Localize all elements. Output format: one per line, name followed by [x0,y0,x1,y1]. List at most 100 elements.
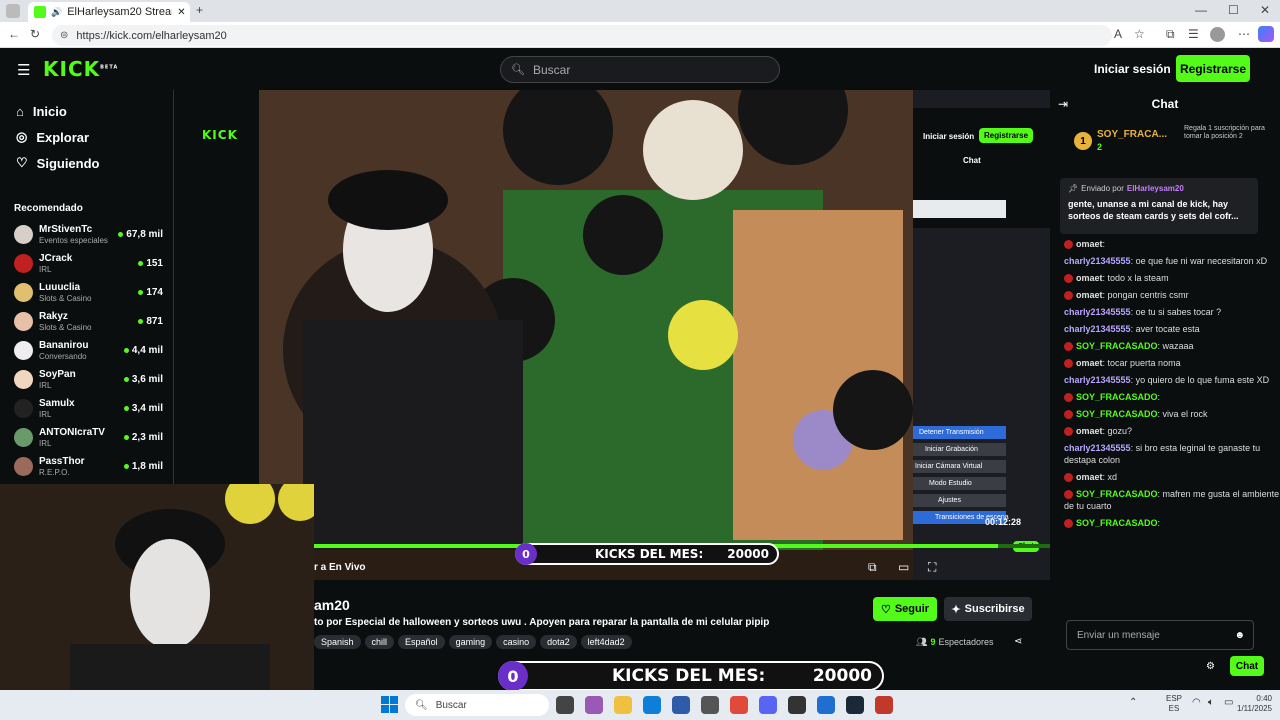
windows-start-icon[interactable] [381,696,398,713]
register-button[interactable]: Registrarse [1176,55,1250,82]
chat-send-button[interactable]: Chat [1230,656,1264,676]
new-tab-icon[interactable]: + [196,3,203,17]
obs-settings[interactable]: Ajustes [913,494,1006,507]
chat-username[interactable]: omaet [1076,358,1103,368]
recommended-channel[interactable]: PassThor R.E.P.O. 1,8 mil [0,452,173,481]
chat-username[interactable]: SOY_FRACASADO [1076,518,1158,528]
chat-message[interactable]: omaet: gozu? [1050,425,1280,437]
nav-home[interactable]: ⌂ Inicio [0,98,173,124]
recommended-channel[interactable]: Luuuclia Slots & Casino 174 [0,278,173,307]
site-info-icon[interactable]: ⊜ [60,30,68,41]
chat-username[interactable]: charly21345555 [1064,375,1131,385]
extensions-icon[interactable]: ⧉ [1166,27,1175,42]
volume-icon[interactable]: 🔈︎ [1208,697,1214,708]
chat-username[interactable]: omaet [1076,273,1103,283]
chat-message[interactable]: omaet: [1050,238,1280,250]
login-button[interactable]: Iniciar sesión [1094,62,1171,76]
chat-message[interactable]: SOY_FRACASADO: viva el rock [1050,408,1280,420]
reload-icon[interactable]: ↻ [30,27,40,41]
emoji-icon[interactable]: ☻ [1234,630,1245,641]
recommended-channel[interactable]: ANTONIcraTV IRL 2,3 mil [0,423,173,452]
recommended-channel[interactable]: Samulx IRL 3,4 mil [0,394,173,423]
chat-username[interactable]: SOY_FRACASADO [1076,392,1158,402]
stream-tag[interactable]: gaming [448,635,493,649]
recommended-channel[interactable]: Rakyz Slots & Casino 871 [0,307,173,336]
close-window-icon[interactable]: ✕ [1260,3,1270,17]
taskbar-app-icon[interactable] [585,696,603,714]
stream-tag[interactable]: Spanish [314,635,361,649]
taskbar-app-icon[interactable] [643,696,661,714]
chat-settings-icon[interactable]: ⚙ [1206,661,1215,672]
hamburger-menu-icon[interactable]: ☰ [17,61,30,79]
taskbar-app-icon[interactable] [701,696,719,714]
taskbar-app-icon[interactable] [614,696,632,714]
taskbar-app-icon[interactable] [875,696,893,714]
favorite-icon[interactable]: ☆ [1134,27,1145,41]
chat-message[interactable]: SOY_FRACASADO: [1050,517,1280,529]
stream-tag[interactable]: chill [364,635,395,649]
chat-username[interactable]: omaet [1076,472,1103,482]
chat-message[interactable]: charly21345555: aver tocate esta [1050,323,1280,335]
obs-stop-stream[interactable]: Detener Transmisión [913,426,1006,439]
clock[interactable]: 0:40 1/11/2025 [1222,694,1272,714]
wifi-icon[interactable]: ◠ [1192,697,1201,708]
read-aloud-icon[interactable]: A [1114,27,1122,41]
chat-message[interactable]: omaet: tocar puerta noma [1050,357,1280,369]
chat-username[interactable]: SOY_FRACASADO [1076,489,1158,499]
theater-icon[interactable]: ▭ [898,560,909,574]
obs-start-recording[interactable]: Iniciar Grabación [913,443,1006,456]
recommended-channel[interactable]: Bananirou Conversando 4,4 mil [0,336,173,365]
chat-message[interactable]: omaet: xd [1050,471,1280,483]
obs-studio-mode[interactable]: Modo Estudio [913,477,1006,490]
taskbar-app-icon[interactable] [788,696,806,714]
obs-virtual-cam[interactable]: Iniciar Cámara Virtual [913,460,1006,473]
chat-username[interactable]: omaet [1076,290,1103,300]
nav-explore[interactable]: ◎ Explorar [0,124,173,150]
search-input[interactable]: 🔍︎ Buscar [500,56,780,83]
chat-message[interactable]: charly21345555: yo quiero de lo que fuma… [1050,374,1280,386]
share-icon[interactable]: ⋖ [1014,636,1022,647]
tray-chevron-icon[interactable]: ⌃ [1129,697,1137,708]
subscribe-button[interactable]: ✦ Suscribirse [944,597,1032,621]
recommended-channel[interactable]: JCrack IRL 151 [0,249,173,278]
stream-tag[interactable]: casino [496,635,537,649]
chat-input[interactable]: Enviar un mensaje ☻ [1066,620,1254,650]
pip-icon[interactable]: ⧉ [868,560,877,575]
close-tab-icon[interactable]: ✕ [177,7,185,18]
chat-message[interactable]: charly21345555: si bro esta leginal te g… [1050,442,1280,466]
recommended-channel[interactable]: MrStivenTc Eventos especiales 67,8 mil [0,220,173,249]
taskbar-app-icon[interactable] [556,696,574,714]
recommended-channel[interactable]: SoyPan IRL 3,6 mil [0,365,173,394]
stream-tag[interactable]: Español [398,635,445,649]
fullscreen-icon[interactable]: ⛶ [928,560,936,575]
taskbar-search[interactable]: 🔍︎ Buscar [405,694,549,716]
tab-actions-icon[interactable] [6,4,20,18]
minimize-icon[interactable]: — [1195,3,1207,17]
chat-username[interactable]: charly21345555 [1064,324,1131,334]
chat-username[interactable]: SOY_FRACASADO [1076,341,1158,351]
chat-username[interactable]: charly21345555 [1064,307,1131,317]
chat-message[interactable]: SOY_FRACASADO: [1050,391,1280,403]
chat-username[interactable]: charly21345555 [1064,443,1131,453]
taskbar-app-icon[interactable] [730,696,748,714]
taskbar-app-icon[interactable] [817,696,835,714]
stream-tag[interactable]: left4dad2 [580,635,632,649]
chat-message[interactable]: omaet: todo x la steam [1050,272,1280,284]
url-field[interactable]: ⊜ https://kick.com/elharleysam20 [52,25,1112,46]
stream-tag[interactable]: dota2 [540,635,577,649]
copilot-icon[interactable] [1258,26,1274,42]
language-indicator[interactable]: ESP ES [1166,694,1182,714]
chat-message[interactable]: SOY_FRACASADO: mafren me gusta el ambien… [1050,488,1280,512]
kick-logo[interactable]: KICKBETA [43,57,118,81]
chat-message[interactable]: SOY_FRACASADO: wazaaa [1050,340,1280,352]
taskbar-app-icon[interactable] [672,696,690,714]
nav-following[interactable]: ♡ Siguiendo [0,150,173,176]
maximize-icon[interactable]: ☐ [1228,3,1239,17]
taskbar-app-icon[interactable] [759,696,777,714]
chat-username[interactable]: charly21345555 [1064,256,1131,266]
follow-button[interactable]: ♡ Seguir [873,597,937,621]
browser-tab[interactable]: 🔊 ElHarleysam20 Stream - Wat ✕ [28,2,190,22]
chat-message[interactable]: charly21345555: oe tu si sabes tocar ? [1050,306,1280,318]
pinned-message[interactable]: 📌︎ Enviado por ElHarleysam20 gente, unan… [1060,178,1258,234]
more-icon[interactable]: ⋯ [1238,27,1250,41]
